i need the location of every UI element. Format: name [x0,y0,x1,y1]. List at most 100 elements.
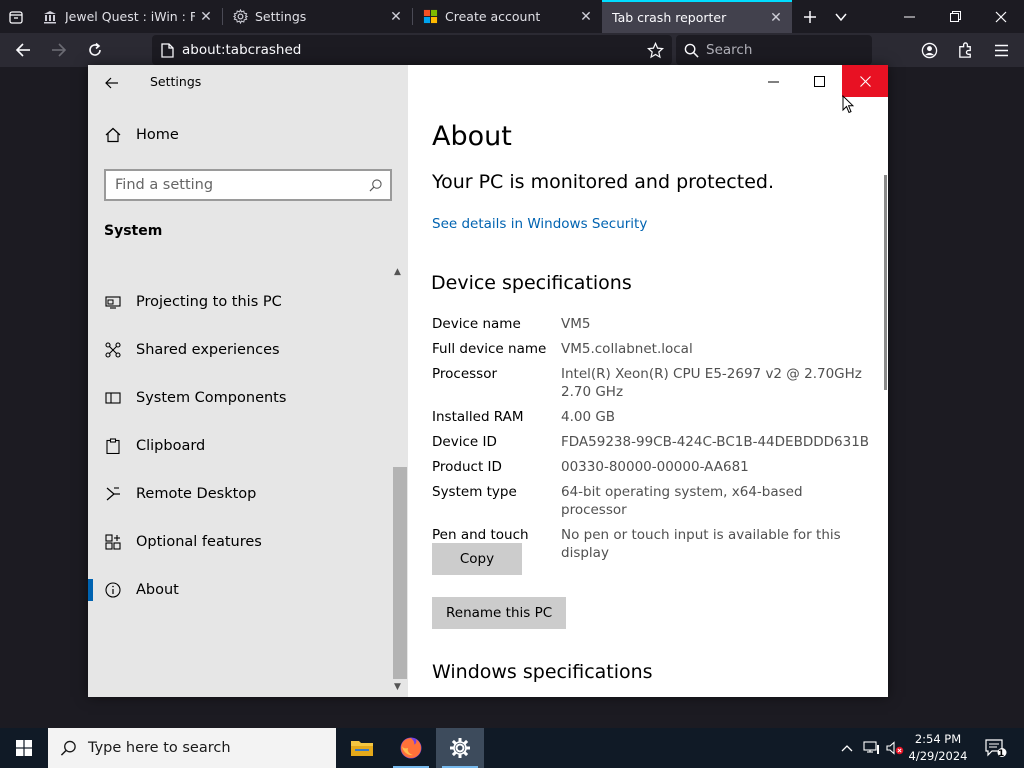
main-scrollbar[interactable] [884,175,887,390]
show-hidden-icons-chevron-icon[interactable] [838,728,856,768]
sidebar-item-clipboard[interactable]: Clipboard [88,422,392,470]
firefox-view-button[interactable] [0,0,32,33]
tab-jewel-quest[interactable]: Jewel Quest : iWin : Free I ✕ [32,0,222,33]
search-placeholder: Search [706,42,753,58]
tab-title: Create account [445,9,541,24]
protection-status: Your PC is monitored and protected. [432,171,774,193]
spec-value: 00330-80000-00000-AA681 [561,459,749,475]
notification-count: 1 [998,749,1005,759]
find-setting-input[interactable] [106,172,360,198]
start-button[interactable] [0,728,48,768]
windows-security-link[interactable]: See details in Windows Security [432,216,647,232]
arrow-left-icon [105,77,118,89]
gear-icon [450,738,470,758]
windows-specs-heading: Windows specifications [432,661,653,683]
tab-title: Settings [255,9,307,24]
minimize-icon [767,81,779,82]
tab-create-account[interactable]: Create account ✕ [412,0,602,33]
list-all-tabs-button[interactable] [826,0,856,33]
windows-taskbar: Type here to search 2:54 PM 4/29/2024 1 [0,728,1024,768]
maximize-icon [813,75,825,87]
folder-icon [351,741,373,756]
settings-close-button[interactable] [842,65,888,97]
sidebar-item-shared-experiences[interactable]: Shared experiences [88,326,392,374]
taskbar-search-placeholder: Type here to search [88,740,231,756]
components-icon [104,389,122,407]
copy-button[interactable]: Copy [432,543,522,575]
remote-desktop-icon [104,485,122,503]
search-bar[interactable]: Search [676,35,872,65]
shared-experiences-icon [104,341,122,359]
menu-button[interactable] [986,35,1016,65]
close-icon[interactable]: ✕ [575,6,597,28]
browser-close-button[interactable] [978,0,1024,33]
browser-restore-button[interactable] [932,0,978,33]
spec-value: VM5.collabnet.local [561,341,693,357]
spec-row: Full device name VM5.collabnet.local [432,340,871,358]
settings-maximize-button[interactable] [796,65,842,97]
spec-row: Installed RAM 4.00 GB [432,408,871,426]
gear-icon [232,9,248,25]
browser-minimize-button[interactable] [886,0,932,33]
sidebar-item-about[interactable]: About [88,566,392,614]
spec-label: System type [432,484,517,500]
taskbar-settings[interactable] [436,728,484,768]
window-title: Settings [150,74,202,89]
reload-button[interactable] [80,35,110,65]
action-center-button[interactable]: 1 [978,728,1014,768]
settings-minimize-button[interactable] [750,65,796,97]
account-icon [921,42,937,58]
sidebar-item-label: Clipboard [136,438,206,454]
extensions-button[interactable] [950,35,980,65]
find-setting-box[interactable] [104,169,392,201]
forward-button[interactable] [44,35,74,65]
close-icon[interactable]: ✕ [195,6,217,28]
sidebar-item-system-components[interactable]: System Components [88,374,392,422]
device-specs-heading: Device specifications [431,272,632,294]
browser-tab-strip: Jewel Quest : iWin : Free I ✕ Settings ✕… [0,0,1024,33]
scroll-up-arrow-icon[interactable]: ▲ [394,267,401,277]
arrow-left-icon [15,43,30,57]
spec-label: Device name [432,316,521,332]
spec-row: System type 64-bit operating system, x64… [432,483,871,519]
hamburger-icon [994,44,1008,56]
settings-main-pane: About Your PC is monitored and protected… [408,65,888,697]
firefox-logo-icon [400,737,422,759]
mouse-cursor-icon [842,94,855,118]
settings-back-button[interactable] [100,71,124,95]
taskbar-file-explorer[interactable] [338,728,386,768]
scroll-down-arrow-icon[interactable]: ▼ [394,682,401,692]
network-icon[interactable] [860,728,882,768]
microsoft-logo-icon [422,9,438,25]
spec-label: Device ID [432,434,497,450]
plus-icon [804,10,816,23]
url-bar[interactable]: about:tabcrashed [152,35,672,65]
sidebar-item-home[interactable]: Home [104,127,179,143]
spec-label: Product ID [432,459,502,475]
taskbar-clock[interactable]: 2:54 PM 4/29/2024 [902,731,974,765]
close-icon[interactable]: ✕ [385,6,407,28]
sidebar-item-label: About [136,582,179,598]
puzzle-icon [958,41,971,58]
spec-value: 4.00 GB [561,409,616,425]
sidebar-item-remote-desktop[interactable]: Remote Desktop [88,470,392,518]
settings-sidebar: Settings Home System ▲ Projecting to thi… [88,65,408,697]
account-button[interactable] [914,35,944,65]
tab-settings[interactable]: Settings ✕ [222,0,412,33]
sidebar-item-optional-features[interactable]: Optional features [88,518,392,566]
url-text[interactable]: about:tabcrashed [182,42,638,58]
sidebar-scrollbar-thumb[interactable] [393,467,407,679]
tab-title: Jewel Quest : iWin : Free I [65,9,195,24]
close-icon[interactable]: ✕ [765,7,787,29]
rename-pc-button[interactable]: Rename this PC [432,597,567,629]
taskbar-search-box[interactable]: Type here to search [48,728,336,768]
info-icon [104,581,122,599]
minimize-icon [903,16,915,18]
browser-toolbar: about:tabcrashed Search [0,33,1024,67]
bookmark-star-icon[interactable] [638,35,672,65]
tab-crash-reporter[interactable]: Tab crash reporter ✕ [602,0,792,33]
sidebar-item-projecting[interactable]: Projecting to this PC [88,278,392,326]
taskbar-firefox[interactable] [387,728,435,768]
back-button[interactable] [8,35,38,65]
new-tab-button[interactable] [795,0,825,33]
